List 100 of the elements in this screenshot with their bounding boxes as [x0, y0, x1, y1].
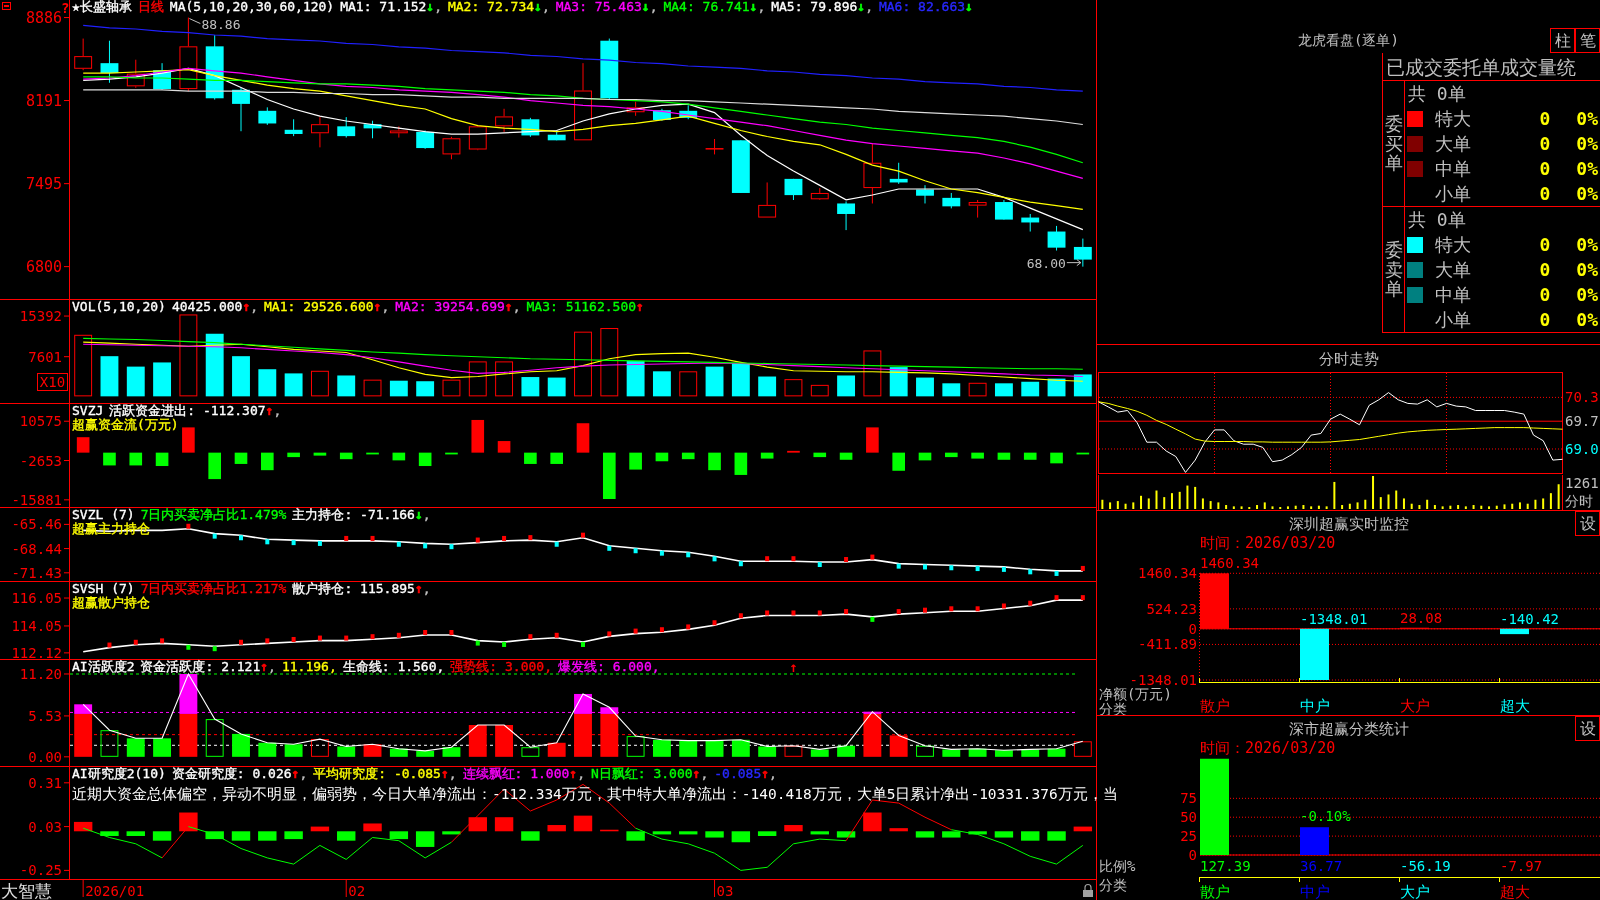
- axis-label: -2653: [19, 452, 62, 469]
- axis-label: -0.25: [19, 862, 62, 879]
- signal-arrow: ↑: [789, 660, 798, 675]
- axis-label: 50: [1180, 809, 1197, 826]
- axis-title: 净额(万元): [1099, 686, 1172, 702]
- indicator-label: 资金活跃度: 2.121: [140, 660, 261, 674]
- indicator-label: 7日内买卖净占比1.217%: [140, 582, 287, 596]
- axis-label: -1348.01: [1129, 672, 1197, 688]
- order-type-label: 特大: [1435, 234, 1471, 255]
- order-type-label: 小单: [1435, 183, 1471, 204]
- axis-label: 11.20: [19, 666, 62, 682]
- axis-label: 0: [1188, 620, 1197, 637]
- axis-label: 69.7: [1565, 413, 1599, 430]
- axis-label: 0.03: [28, 818, 62, 835]
- date-label: 02: [348, 883, 366, 899]
- separator-text: ,: [541, 0, 550, 14]
- axis-label: 0.00: [28, 748, 62, 765]
- separator-text: ,: [434, 0, 442, 14]
- order-share: 0%: [1576, 183, 1598, 204]
- indicator-label: 爆发线: 6.000,: [558, 660, 660, 674]
- axis-label: 0.31: [28, 774, 62, 791]
- indicator-label: 7日内买卖净占比1.479%: [140, 508, 287, 522]
- indicator-label: MA1: 29526.600: [264, 300, 374, 314]
- indicator-label: 超赢散户持仓: [72, 595, 150, 609]
- axis-label: -411.89: [1138, 636, 1197, 653]
- time-label: 时间：2026/03/20: [1200, 741, 1336, 756]
- indicator-label: MA4: 76.741: [663, 0, 750, 14]
- axis-label: -71.43: [11, 564, 62, 581]
- indicator-label: MA1: 71.152: [340, 0, 427, 14]
- order-count: 0: [1539, 309, 1551, 330]
- indicator-label: AI活跃度2: [72, 660, 135, 674]
- axis-label: 7495: [25, 174, 62, 193]
- value-label: 1460.34: [1200, 555, 1259, 572]
- indicator-label: N日飘红: 3.000: [591, 767, 693, 781]
- group-label: 委卖单: [1384, 239, 1403, 300]
- section-title: 深市超赢分类统计: [1288, 719, 1409, 738]
- order-type-label: 大单: [1435, 259, 1471, 280]
- axis-label: 25: [1180, 828, 1197, 845]
- trend-arrow: ↓: [641, 0, 650, 14]
- axis-label: 10575: [19, 413, 62, 430]
- order-count: 0: [1539, 133, 1551, 154]
- trend-arrow: ↑: [440, 767, 449, 781]
- indicator-label: 主力持仓: -71.166: [292, 508, 415, 522]
- order-share: 0%: [1576, 108, 1598, 129]
- trend-arrow: ↑: [260, 660, 269, 674]
- annotation: 68.00: [1026, 255, 1066, 271]
- indicator-label: 资金研究度: 0.026: [171, 767, 292, 781]
- separator-text: ,: [381, 300, 390, 314]
- axis-label: 1460.34: [1138, 565, 1197, 582]
- trend-arrow: ↓: [965, 0, 973, 14]
- separator-text: ,: [649, 0, 658, 14]
- order-count: 0: [1539, 158, 1551, 179]
- order-count: 0: [1539, 234, 1551, 255]
- group-label: 委买单: [1384, 113, 1403, 174]
- value-label: -140.42: [1500, 610, 1559, 627]
- indicator-label: MA2: 39254.699: [395, 300, 505, 314]
- order-type-label: 大单: [1435, 133, 1471, 154]
- table-title: 已成交委托单成交量统: [1386, 55, 1576, 78]
- price-callout: 88.86: [188, 16, 241, 32]
- order-count: 0: [1539, 183, 1551, 204]
- separator-text: ,: [273, 404, 282, 418]
- axis-title: 分类: [1099, 701, 1127, 715]
- trend-arrow: ↑: [414, 582, 423, 596]
- indicator-label: 散户持仓: 115.895: [292, 582, 415, 596]
- axis-label: 114.05: [11, 617, 62, 634]
- axis-label: 8886: [25, 8, 62, 27]
- trend-arrow: ↓: [426, 0, 435, 14]
- axis-label: 0: [1188, 847, 1197, 863]
- trend-arrow: ↑: [291, 767, 300, 781]
- separator-text: ,: [769, 767, 777, 781]
- indicator-label: MA3: 51162.500: [526, 300, 637, 314]
- unit-label: X10: [37, 373, 68, 391]
- separator-text: ,: [700, 767, 709, 781]
- trend-arrow: ↓: [414, 508, 423, 522]
- axis-label: 15392: [19, 308, 62, 325]
- order-total: 共 0单: [1408, 83, 1466, 104]
- separator-text: ,: [448, 767, 457, 781]
- indicator-label: ★长盛轴承: [72, 0, 132, 14]
- indicator-label: AI研究度2(10): [72, 767, 166, 781]
- value-label: 28.08: [1400, 609, 1443, 626]
- indicator-label: 平均研究度: -0.085: [313, 767, 441, 781]
- order-share: 0%: [1576, 158, 1598, 179]
- trend-arrow: ↑: [373, 300, 382, 314]
- category-label: 大户: [1400, 697, 1430, 715]
- axis-label: 116.05: [11, 590, 62, 607]
- order-count: 0: [1539, 108, 1551, 129]
- date-label: 2026/01: [85, 883, 145, 899]
- order-count: 0: [1539, 259, 1551, 280]
- indicator-label: SVZJ: [72, 404, 104, 418]
- axis-label: 70.3: [1565, 389, 1599, 406]
- order-type-label: 中单: [1435, 158, 1471, 179]
- trend-arrow: ↓: [534, 0, 542, 14]
- indicator-label: VOL(5,10,20): [72, 300, 166, 314]
- axis-label: -68.44: [11, 540, 62, 557]
- annotation: 88.86: [201, 16, 241, 32]
- panel-title: 龙虎看盘(逐单): [1298, 31, 1399, 49]
- trend-arrow: ↑: [569, 767, 578, 781]
- separator-text: ,: [422, 582, 431, 596]
- value-label: -1348.01: [1300, 610, 1368, 627]
- indicator-label: -0.085: [714, 767, 762, 781]
